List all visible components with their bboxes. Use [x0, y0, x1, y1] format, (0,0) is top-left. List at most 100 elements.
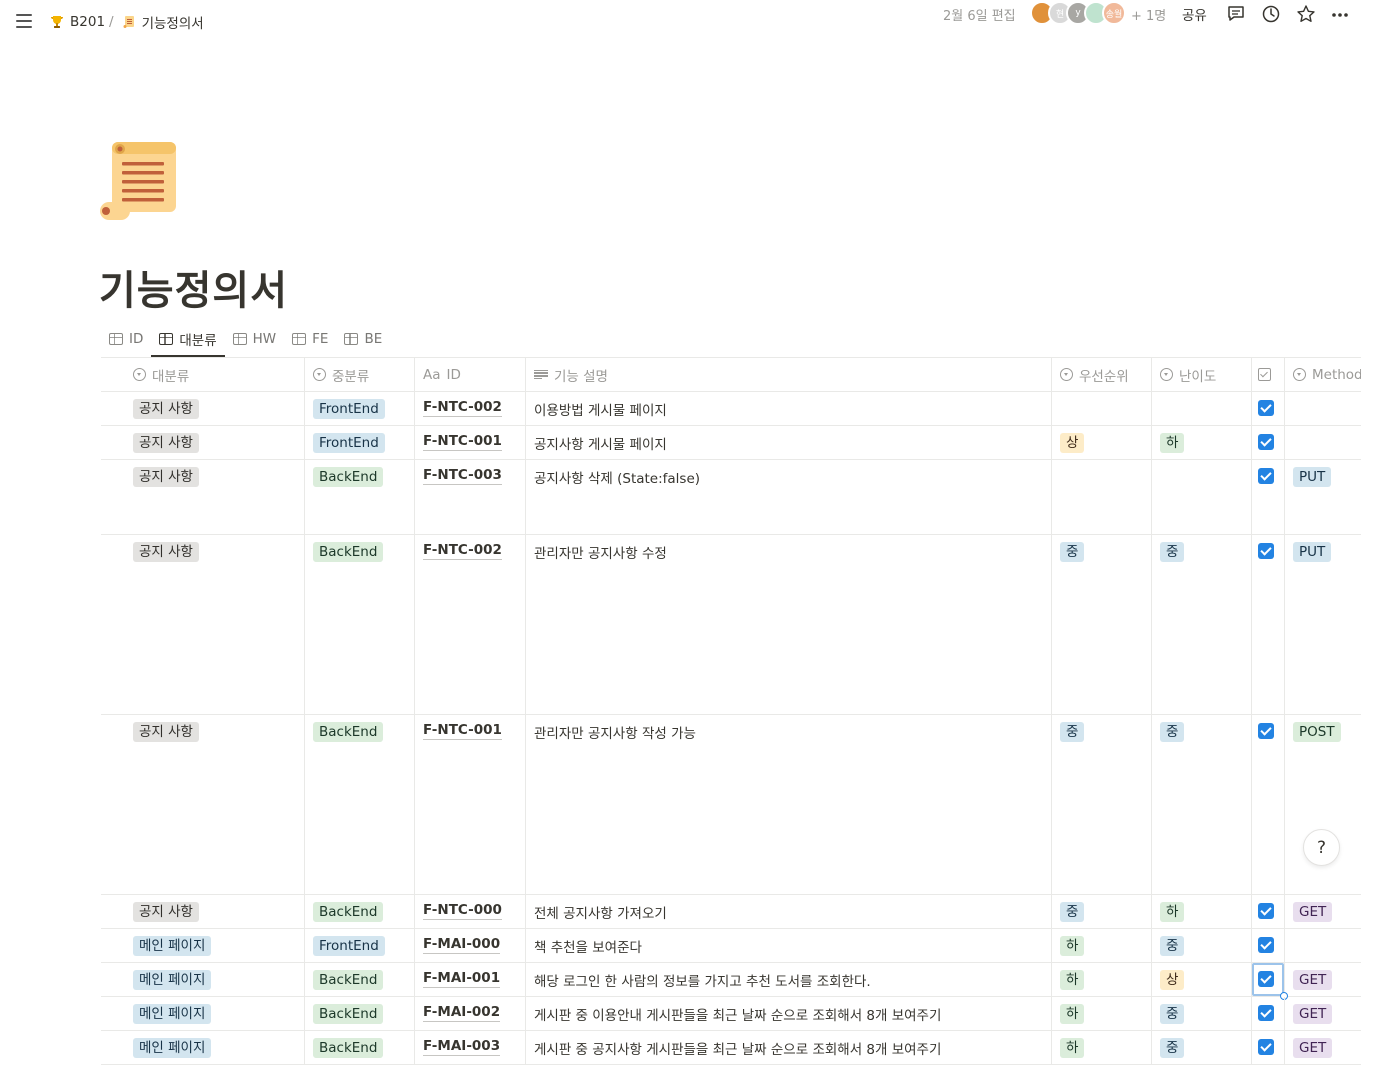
cell-subcategory[interactable]: BackEnd — [305, 715, 415, 894]
cell-subcategory[interactable]: BackEnd — [305, 997, 415, 1030]
cell-id[interactable]: F-MAI-000 — [415, 929, 526, 962]
tab-1[interactable]: 대분류 — [151, 322, 225, 357]
cell-done[interactable] — [1252, 535, 1285, 714]
cell-done[interactable] — [1252, 1031, 1285, 1064]
done-checkbox[interactable] — [1258, 468, 1274, 484]
cell-method[interactable] — [1285, 426, 1361, 459]
row-id-link[interactable]: F-MAI-002 — [423, 1004, 501, 1022]
cell-category[interactable]: 메인 페이지 — [101, 929, 305, 962]
done-checkbox[interactable] — [1258, 543, 1274, 559]
sidebar-menu-icon[interactable] — [16, 14, 32, 28]
cell-subcategory[interactable]: FrontEnd — [305, 426, 415, 459]
cell-id[interactable]: F-NTC-001 — [415, 426, 526, 459]
row-id-link[interactable]: F-NTC-002 — [423, 542, 502, 560]
cell-difficulty[interactable]: 중 — [1152, 997, 1252, 1030]
table-row[interactable]: 공지 사항 FrontEnd F-NTC-001 공지사항 게시물 페이지 상 하 — [101, 426, 1361, 460]
cell-priority[interactable]: 중 — [1052, 715, 1152, 894]
cell-category[interactable]: 공지 사항 — [101, 535, 305, 714]
cell-method[interactable]: GET — [1285, 997, 1361, 1030]
history-icon[interactable] — [1261, 4, 1281, 24]
cell-category[interactable]: 공지 사항 — [101, 426, 305, 459]
cell-description[interactable]: 공지사항 삭제 (State:false) — [526, 460, 1052, 534]
cell-id[interactable]: F-MAI-003 — [415, 1031, 526, 1064]
cell-category[interactable]: 메인 페이지 — [101, 1031, 305, 1064]
cell-description[interactable]: 게시판 중 이용안내 게시판들을 최근 날짜 순으로 조회해서 8개 보여주기 — [526, 997, 1052, 1030]
breadcrumb-item-parent[interactable]: B201 — [46, 14, 109, 30]
cell-done[interactable] — [1252, 460, 1285, 534]
row-id-link[interactable]: F-NTC-002 — [423, 399, 502, 417]
cell-difficulty[interactable]: 중 — [1152, 535, 1252, 714]
row-id-link[interactable]: F-MAI-001 — [423, 970, 501, 988]
cell-method[interactable] — [1285, 929, 1361, 962]
cell-method[interactable]: PUT — [1285, 535, 1361, 714]
row-id-link[interactable]: F-NTC-003 — [423, 467, 502, 485]
cell-description[interactable]: 해당 로그인 한 사람의 정보를 가지고 추천 도서를 조회한다. — [526, 963, 1052, 996]
cell-subcategory[interactable]: FrontEnd — [305, 392, 415, 425]
cell-method[interactable]: POST — [1285, 715, 1361, 894]
share-button[interactable]: 공유 — [1182, 4, 1207, 24]
cell-difficulty[interactable]: 중 — [1152, 715, 1252, 894]
column-header-category[interactable]: 대분류 — [101, 358, 305, 391]
cell-description[interactable]: 관리자만 공지사항 작성 가능 — [526, 715, 1052, 894]
table-row[interactable]: 메인 페이지 BackEnd F-MAI-003 게시판 중 공지사항 게시판들을 최… — [101, 1031, 1361, 1065]
table-row[interactable]: 공지 사항 BackEnd F-NTC-002 관리자만 공지사항 수정 중 중 PUT — [101, 535, 1361, 715]
cell-category[interactable]: 공지 사항 — [101, 895, 305, 928]
row-id-link[interactable]: F-NTC-001 — [423, 433, 502, 451]
cell-category[interactable]: 메인 페이지 — [101, 997, 305, 1030]
cell-subcategory[interactable]: BackEnd — [305, 895, 415, 928]
row-id-link[interactable]: F-NTC-001 — [423, 722, 502, 740]
cell-description[interactable]: 이용방법 게시물 페이지 — [526, 392, 1052, 425]
column-header-done[interactable] — [1252, 358, 1285, 391]
done-checkbox[interactable] — [1258, 937, 1274, 953]
cell-subcategory[interactable]: BackEnd — [305, 535, 415, 714]
tab-4[interactable]: BE — [336, 322, 390, 355]
table-row[interactable]: 메인 페이지 BackEnd F-MAI-002 게시판 중 이용안내 게시판들을 최… — [101, 997, 1361, 1031]
cell-method[interactable]: PUT — [1285, 460, 1361, 534]
cell-done[interactable] — [1252, 895, 1285, 928]
cell-priority[interactable]: 중 — [1052, 535, 1152, 714]
column-header-subcategory[interactable]: 중분류 — [305, 358, 415, 391]
cell-id[interactable]: F-NTC-000 — [415, 895, 526, 928]
cell-id[interactable]: F-NTC-003 — [415, 460, 526, 534]
table-row[interactable]: 공지 사항 BackEnd F-NTC-000 전체 공지사항 가져오기 중 하 GET — [101, 895, 1361, 929]
cell-category[interactable]: 메인 페이지 — [101, 963, 305, 996]
cell-id[interactable]: F-NTC-001 — [415, 715, 526, 894]
table-row[interactable]: 공지 사항 BackEnd F-NTC-001 관리자만 공지사항 작성 가능 중 중 PO… — [101, 715, 1361, 895]
cell-description[interactable]: 공지사항 게시물 페이지 — [526, 426, 1052, 459]
cell-method[interactable]: GET — [1285, 1031, 1361, 1064]
cell-difficulty[interactable]: 중 — [1152, 929, 1252, 962]
table-row[interactable]: 공지 사항 BackEnd F-NTC-003 공지사항 삭제 (State:fals… — [101, 460, 1361, 535]
column-header-priority[interactable]: 우선순위 — [1052, 358, 1152, 391]
cell-priority[interactable]: 하 — [1052, 997, 1152, 1030]
comment-icon[interactable] — [1226, 4, 1246, 24]
cell-difficulty[interactable] — [1152, 460, 1252, 534]
cell-priority[interactable] — [1052, 392, 1152, 425]
cell-done[interactable] — [1252, 929, 1285, 962]
cell-priority[interactable]: 상 — [1052, 426, 1152, 459]
cell-description[interactable]: 관리자만 공지사항 수정 — [526, 535, 1052, 714]
cell-priority[interactable]: 하 — [1052, 1031, 1152, 1064]
row-id-link[interactable]: F-MAI-000 — [423, 936, 501, 954]
cell-description[interactable]: 게시판 중 공지사항 게시판들을 최근 날짜 순으로 조회해서 8개 보여주기 — [526, 1031, 1052, 1064]
cell-difficulty[interactable]: 하 — [1152, 426, 1252, 459]
column-header-difficulty[interactable]: 난이도 — [1152, 358, 1252, 391]
table-row[interactable]: 공지 사항 FrontEnd F-NTC-002 이용방법 게시물 페이지 — [101, 392, 1361, 426]
cell-id[interactable]: F-NTC-002 — [415, 535, 526, 714]
cell-category[interactable]: 공지 사항 — [101, 392, 305, 425]
breadcrumb-item-current[interactable]: 기능정의서 — [118, 12, 208, 32]
collaborator-avatar[interactable]: 송월 — [1102, 1, 1126, 25]
more-collaborators-count[interactable]: + 1명 — [1131, 5, 1166, 24]
avatar-group[interactable]: 현 y 송월 — [1030, 1, 1126, 25]
cell-difficulty[interactable]: 중 — [1152, 1031, 1252, 1064]
cell-description[interactable]: 책 추천을 보여준다 — [526, 929, 1052, 962]
done-checkbox[interactable] — [1258, 971, 1274, 987]
tab-2[interactable]: HW — [225, 322, 285, 355]
row-id-link[interactable]: F-NTC-000 — [423, 902, 502, 920]
table-row[interactable]: 메인 페이지 FrontEnd F-MAI-000 책 추천을 보여준다 하 중 — [101, 929, 1361, 963]
cell-difficulty[interactable] — [1152, 392, 1252, 425]
cell-method[interactable] — [1285, 392, 1361, 425]
cell-subcategory[interactable]: FrontEnd — [305, 929, 415, 962]
cell-difficulty[interactable]: 상 — [1152, 963, 1252, 996]
cell-done[interactable] — [1252, 997, 1285, 1030]
help-button[interactable]: ? — [1303, 829, 1340, 866]
